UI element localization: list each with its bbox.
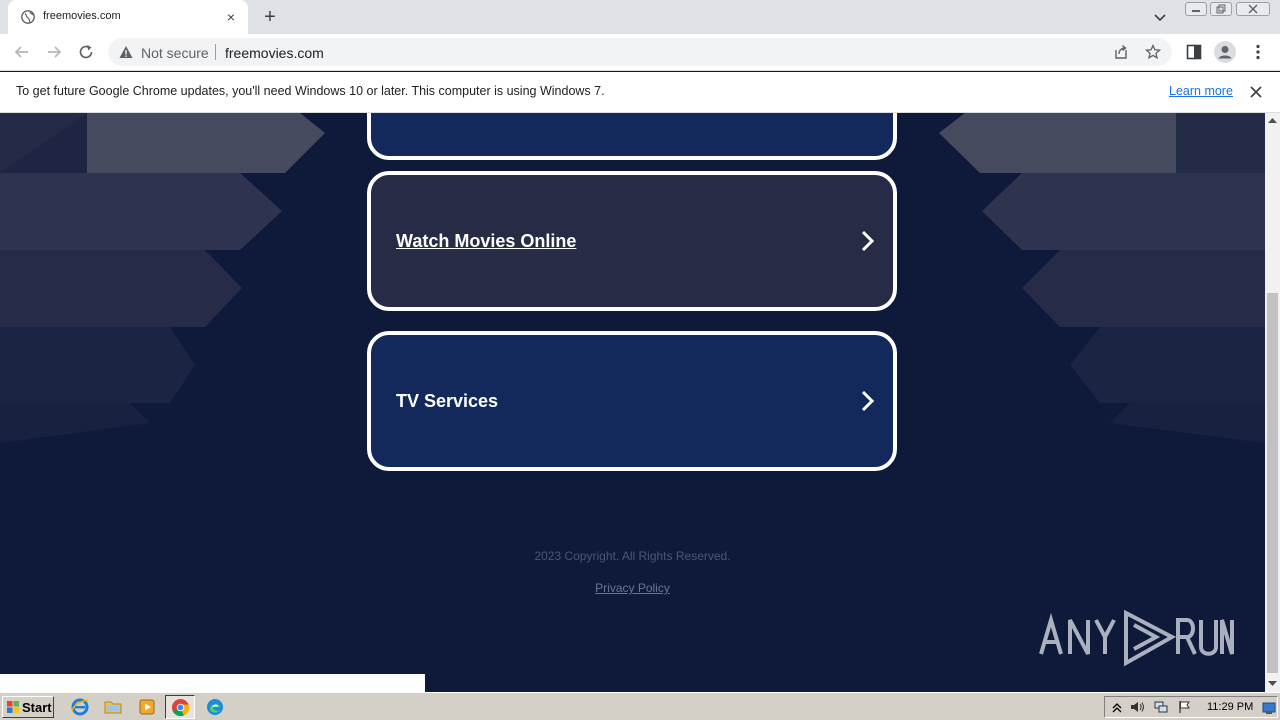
internet-explorer-icon[interactable] [70,697,90,717]
privacy-footer: Privacy Policy [0,581,1265,595]
system-tray: 11:29 PM [1104,696,1278,718]
show-desktop-icon[interactable] [1262,701,1276,715]
anyrun-watermark-logo [1039,609,1234,667]
browser-toolbar: Not secure freemovies.com [0,34,1280,71]
windows-taskbar: Start 11:29 PM [0,692,1280,720]
kebab-menu-icon[interactable] [1248,42,1268,62]
windows-logo-icon [7,701,19,713]
close-tab-icon[interactable]: × [223,9,239,25]
page-scrollbar[interactable] [1265,113,1280,692]
minimize-button[interactable] [1185,2,1207,16]
back-arrow-icon[interactable] [12,42,32,62]
tv-services-card[interactable]: TV Services [367,331,897,471]
chevron-right-icon [861,390,875,412]
tab-strip: freemovies.com × + [0,0,1280,34]
star-icon[interactable] [1145,44,1161,60]
browser-tab[interactable]: freemovies.com × [8,0,248,34]
scroll-down-arrow-icon[interactable] [1268,680,1277,687]
chevron-down-icon[interactable] [1152,9,1168,25]
infobar-message: To get future Google Chrome updates, you… [16,84,605,98]
url-text[interactable]: freemovies.com [225,45,324,61]
restore-button[interactable] [1210,2,1232,16]
forward-arrow-icon[interactable] [44,42,64,62]
globe-icon [21,10,35,24]
media-player-icon[interactable] [137,697,157,717]
update-infobar: To get future Google Chrome updates, you… [0,72,1280,113]
category-card[interactable] [367,113,897,160]
chrome-icon [171,698,190,717]
card-label: TV Services [396,391,499,411]
card-label[interactable]: Watch Movies Online [396,231,576,252]
warning-icon[interactable] [119,45,133,59]
volume-icon[interactable] [1130,700,1144,714]
start-button[interactable]: Start [2,696,54,718]
show-hidden-icons-icon[interactable] [1110,700,1124,714]
share-icon[interactable] [1113,44,1129,60]
close-icon[interactable] [1248,84,1264,100]
separator [215,44,216,60]
taskbar-clock[interactable]: 11:29 PM [1207,701,1253,713]
chevron-right-icon [861,230,875,252]
close-window-button[interactable] [1236,2,1270,16]
action-center-flag-icon[interactable] [1178,700,1192,714]
learn-more-link[interactable]: Learn more [1169,84,1233,98]
edge-icon[interactable] [205,697,225,717]
watch-movies-online-card[interactable]: Watch Movies Online [367,171,897,311]
profile-icon[interactable] [1214,41,1236,63]
scrollbar-thumb[interactable] [1267,293,1278,673]
tab-title: freemovies.com [43,10,121,22]
chrome-taskbar-button[interactable] [165,695,195,719]
start-label: Start [22,700,52,715]
network-icon[interactable] [1154,700,1168,714]
folder-icon[interactable] [103,697,123,717]
web-page: Watch Movies Online TV Services 2023 Cop… [0,113,1265,692]
reload-icon[interactable] [76,42,96,62]
scroll-up-arrow-icon[interactable] [1268,117,1277,124]
address-bar[interactable]: Not secure freemovies.com [108,38,1172,66]
status-bar [0,674,425,692]
privacy-policy-link[interactable]: Privacy Policy [595,581,670,595]
side-panel-icon[interactable] [1184,42,1204,62]
copyright-text: 2023 Copyright. All Rights Reserved. [534,549,731,563]
new-tab-button[interactable]: + [260,7,280,27]
security-label[interactable]: Not secure [141,45,209,61]
